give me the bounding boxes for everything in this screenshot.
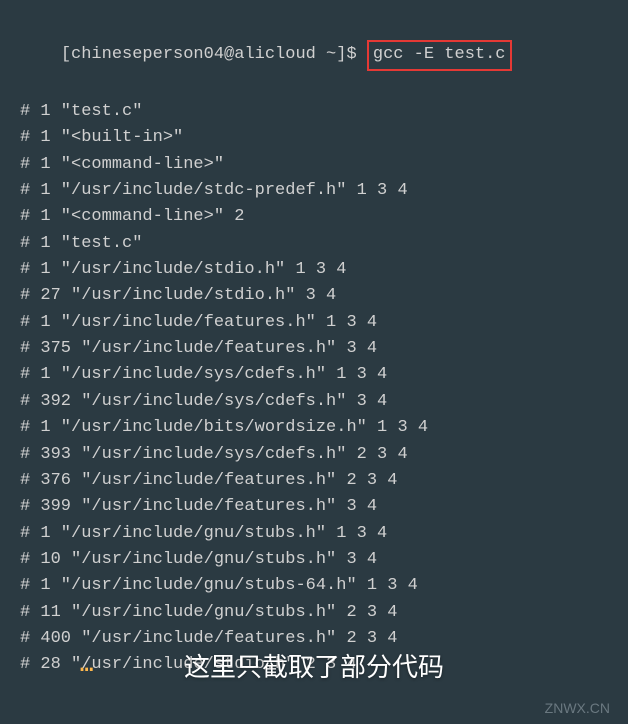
command-highlighted: gcc -E test.c [367,40,512,70]
output-line: # 1 "/usr/include/features.h" 1 3 4 [20,310,608,336]
output-line: # 399 "/usr/include/features.h" 3 4 [20,494,608,520]
output-line: # 1 "<command-line>" [20,152,608,178]
output-line: # 376 "/usr/include/features.h" 2 3 4 [20,468,608,494]
output-line: # 1 "/usr/include/stdio.h" 1 3 4 [20,257,608,283]
output-line: # 1 "<command-line>" 2 [20,204,608,230]
output-line: # 1 "/usr/include/bits/wordsize.h" 1 3 4 [20,415,608,441]
output-line: # 1 "test.c" [20,99,608,125]
output-line: # 27 "/usr/include/stdio.h" 3 4 [20,283,608,309]
output-line: # 1 "/usr/include/sys/cdefs.h" 1 3 4 [20,362,608,388]
ellipsis-icon: … [80,653,99,678]
prompt-line: [chineseperson04@alicloud ~]$ gcc -E tes… [20,14,608,97]
terminal-window[interactable]: [chineseperson04@alicloud ~]$ gcc -E tes… [0,0,628,693]
output-line: # 392 "/usr/include/sys/cdefs.h" 3 4 [20,389,608,415]
output-line: # 1 "<built-in>" [20,125,608,151]
output-line: # 393 "/usr/include/sys/cdefs.h" 2 3 4 [20,442,608,468]
caption-overlay: … 这里只截取了部分代码 [0,647,628,684]
prompt-user-host: [chineseperson04@alicloud ~]$ [61,45,357,64]
output-line: # 375 "/usr/include/features.h" 3 4 [20,336,608,362]
output-line: # 1 "test.c" [20,231,608,257]
output-line: # 11 "/usr/include/gnu/stubs.h" 2 3 4 [20,600,608,626]
output-line: # 1 "/usr/include/gnu/stubs-64.h" 1 3 4 [20,573,608,599]
watermark-site: ZNWX.CN [545,700,610,716]
output-line: # 10 "/usr/include/gnu/stubs.h" 3 4 [20,547,608,573]
output-line: # 1 "/usr/include/gnu/stubs.h" 1 3 4 [20,521,608,547]
caption-text: 这里只截取了部分代码 [184,647,444,684]
output-line: # 1 "/usr/include/stdc-predef.h" 1 3 4 [20,178,608,204]
